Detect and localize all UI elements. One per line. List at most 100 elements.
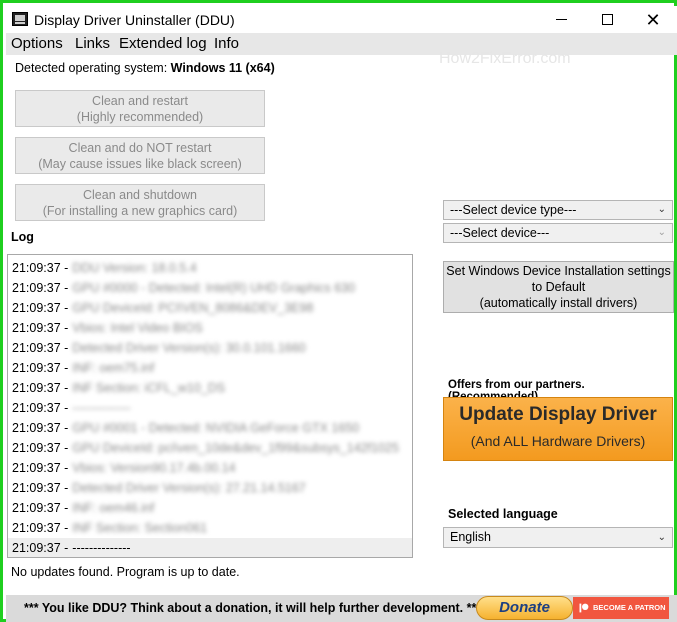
log-time: 21:09:37 - <box>12 381 69 395</box>
watermark: How2FixError.com <box>439 50 571 67</box>
log-time: 21:09:37 - <box>12 421 69 435</box>
language-label: Selected language <box>448 507 558 521</box>
log-row: 21:09:37 - INF Section: Section061 <box>8 518 412 538</box>
maximize-icon <box>601 14 613 25</box>
log-row: 21:09:37 - -------------- <box>8 398 412 418</box>
update-display-driver-banner[interactable]: Update Display Driver (And ALL Hardware … <box>443 397 673 461</box>
log-row: 21:09:37 - DDU Version: 18.0.5.4 <box>8 258 412 278</box>
log-row: 21:09:37 - INF: oem75.inf <box>8 358 412 378</box>
patron-label: BECOME A PATRON <box>593 603 666 612</box>
patreon-icon <box>579 603 589 613</box>
close-button[interactable]: ✕ <box>630 6 676 33</box>
donation-footer: *** You like DDU? Think about a donation… <box>6 595 677 622</box>
log-row: 21:09:37 - GPU #0001 - Detected: NVIDIA G… <box>8 418 412 438</box>
menu-options[interactable]: Options <box>11 35 63 52</box>
chevron-down-icon: ⌄ <box>657 227 666 238</box>
log-row: 21:09:37 - INF Section: iCFL_w10_DS <box>8 378 412 398</box>
log-time: 21:09:37 - <box>12 401 69 415</box>
become-patron-button[interactable]: BECOME A PATRON <box>573 597 669 619</box>
log-message: DDU Version: 18.0.5.4 <box>72 261 197 275</box>
button-line2: (May cause issues like black screen) <box>38 156 242 171</box>
language-select[interactable]: English ⌄ <box>443 527 673 548</box>
log-message: GPU #0001 - Detected: NVIDIA GeForce GTX… <box>72 421 360 435</box>
log-message: INF: oem75.inf <box>72 361 155 375</box>
log-row: 21:09:37 - GPU DeviceId: PCI\VEN_8086&DEV… <box>8 298 412 318</box>
device-value: ---Select device--- <box>450 226 550 240</box>
log-row: 21:09:37 - GPU DeviceId: pci\ven_10de&dev… <box>8 438 412 458</box>
button-line1: Set Windows Device Installation settings <box>446 264 671 278</box>
app-window: Display Driver Uninstaller (DDU) ✕ Optio… <box>0 0 677 622</box>
log-row: 21:09:37 - Detected Driver Version(s): 27… <box>8 478 412 498</box>
title-bar: Display Driver Uninstaller (DDU) ✕ <box>6 6 677 33</box>
log-message: Detected Driver Version(s): 30.0.101.166… <box>72 341 306 355</box>
language-value: English <box>450 530 491 544</box>
log-row: 21:09:37 - GPU #0000 - Detected: Intel(R)… <box>8 278 412 298</box>
button-line3: (automatically install drivers) <box>479 296 638 310</box>
menu-bar: Options Links Extended log Info <box>6 33 677 55</box>
clean-and-shutdown-button[interactable]: Clean and shutdown (For installing a new… <box>15 184 265 221</box>
log-list[interactable]: 21:09:37 - DDU Version: 18.0.5.4 21:09:37 … <box>7 254 413 558</box>
log-message: GPU DeviceId: pci\ven_10de&dev_1f99&subs… <box>72 441 399 455</box>
log-time: 21:09:37 - <box>12 281 69 295</box>
minimize-button[interactable] <box>538 6 584 33</box>
close-icon: ✕ <box>645 9 661 30</box>
log-row: 21:09:37 - INF: oem46.inf <box>8 498 412 518</box>
chevron-down-icon: ⌄ <box>657 204 666 215</box>
log-row: 21:09:37 - Vbios: Intel Video BIOS <box>8 318 412 338</box>
minimize-icon <box>555 19 567 20</box>
log-message: GPU #0000 - Detected: Intel(R) UHD Graph… <box>72 281 356 295</box>
chevron-down-icon: ⌄ <box>657 532 666 543</box>
promo-title: Update Display Driver <box>459 404 657 425</box>
log-message: Detected Driver Version(s): 27.21.14.516… <box>72 481 306 495</box>
log-message: Vbios: Intel Video BIOS <box>72 321 203 335</box>
button-line2: to Default <box>531 280 586 294</box>
log-row-selected: 21:09:37 - -------------- <box>8 538 412 557</box>
promo-subtitle: (And ALL Hardware Drivers) <box>470 433 646 449</box>
log-time: 21:09:37 - <box>12 441 69 455</box>
donate-button[interactable]: Donate <box>476 596 573 620</box>
clean-and-restart-button[interactable]: Clean and restart (Highly recommended) <box>15 90 265 127</box>
os-label: Detected operating system: <box>15 61 168 75</box>
log-message: Vbios: Version90.17.4b.00.14 <box>72 461 236 475</box>
log-time: 21:09:37 - <box>12 361 69 375</box>
window-title: Display Driver Uninstaller (DDU) <box>34 12 235 28</box>
log-message: -------------- <box>72 541 131 555</box>
log-row: 21:09:37 - Vbios: Version90.17.4b.00.14 <box>8 458 412 478</box>
device-select[interactable]: ---Select device--- ⌄ <box>443 223 673 243</box>
button-line2: (For installing a new graphics card) <box>42 203 238 218</box>
maximize-button[interactable] <box>584 6 630 33</box>
clean-no-restart-button[interactable]: Clean and do NOT restart (May cause issu… <box>15 137 265 174</box>
log-time: 21:09:37 - <box>12 261 69 275</box>
os-value: Windows 11 (x64) <box>170 61 275 75</box>
log-time: 21:09:37 - <box>12 541 69 555</box>
log-time: 21:09:37 - <box>12 301 69 315</box>
update-status: No updates found. Program is up to date. <box>11 565 240 579</box>
log-time: 21:09:37 - <box>12 481 69 495</box>
log-message: -------------- <box>72 401 131 415</box>
log-time: 21:09:37 - <box>12 521 69 535</box>
log-row: 21:09:37 - Detected Driver Version(s): 30… <box>8 338 412 358</box>
button-line1: Clean and shutdown <box>83 187 197 202</box>
button-line1: Clean and restart <box>92 93 188 108</box>
ddu-app-icon <box>12 12 28 26</box>
donation-text: *** You like DDU? Think about a donation… <box>24 601 482 615</box>
log-rows: 21:09:37 - DDU Version: 18.0.5.4 21:09:37 … <box>8 258 412 557</box>
menu-links[interactable]: Links <box>75 35 110 52</box>
button-line1: Clean and do NOT restart <box>68 140 212 155</box>
log-title: Log <box>11 230 34 244</box>
log-time: 21:09:37 - <box>12 321 69 335</box>
menu-info[interactable]: Info <box>214 35 239 52</box>
log-message: INF Section: Section061 <box>72 521 208 535</box>
device-type-select[interactable]: ---Select device type--- ⌄ <box>443 200 673 220</box>
log-time: 21:09:37 - <box>12 341 69 355</box>
log-message: INF Section: iCFL_w10_DS <box>72 381 226 395</box>
log-time: 21:09:37 - <box>12 501 69 515</box>
device-type-value: ---Select device type--- <box>450 203 577 217</box>
button-line2: (Highly recommended) <box>76 109 204 124</box>
menu-extended-log[interactable]: Extended log <box>119 35 207 52</box>
detected-os: Detected operating system: Windows 11 (x… <box>15 61 275 75</box>
log-time: 21:09:37 - <box>12 461 69 475</box>
log-message: INF: oem46.inf <box>72 501 155 515</box>
set-device-installation-default-button[interactable]: Set Windows Device Installation settings… <box>443 261 674 313</box>
log-message: GPU DeviceId: PCI\VEN_8086&DEV_3E98 <box>72 301 314 315</box>
